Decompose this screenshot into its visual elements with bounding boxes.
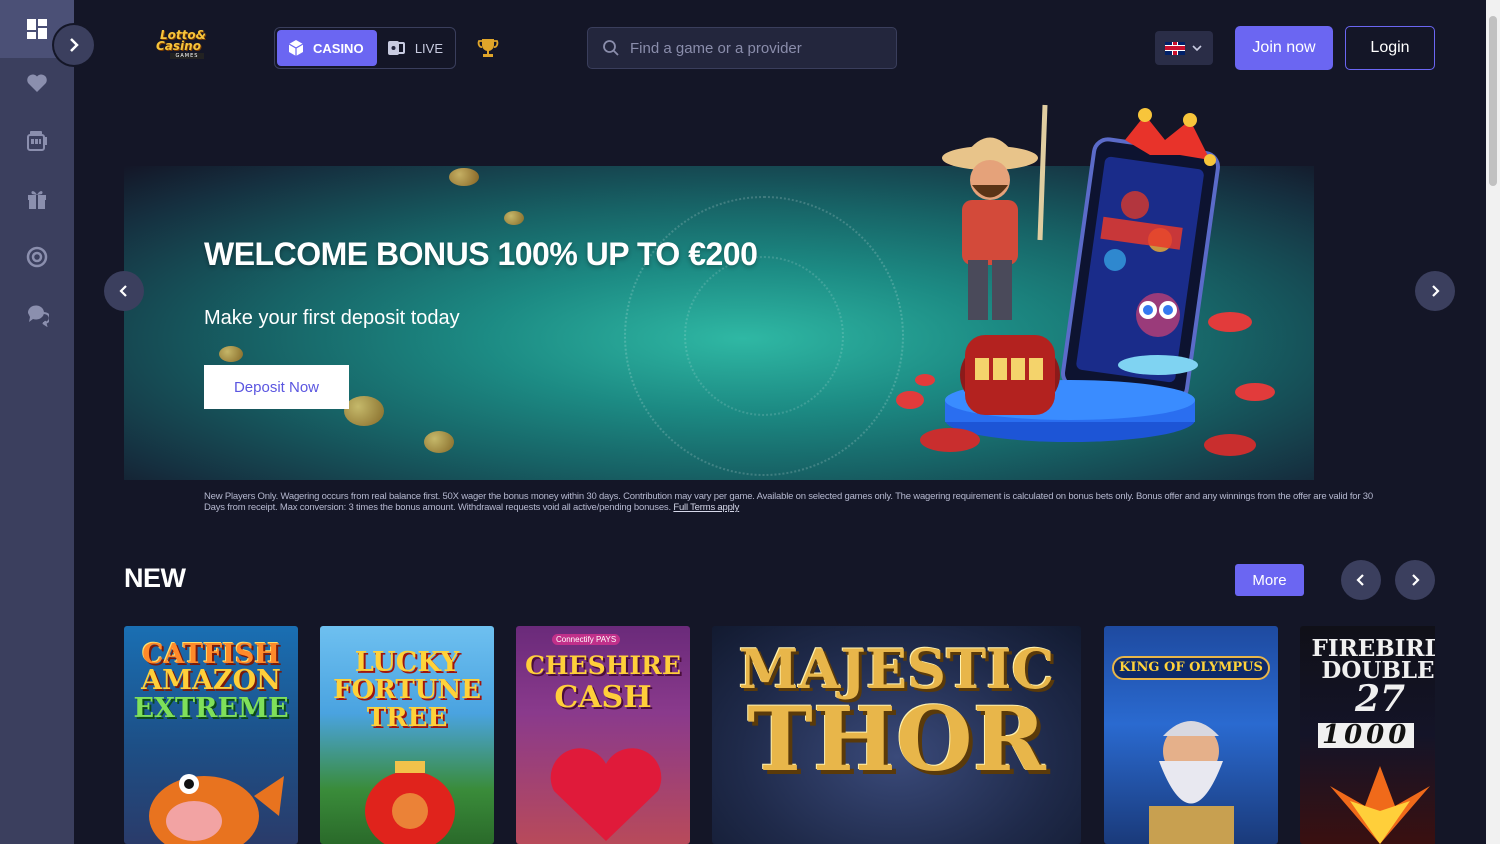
banner-ring-decoration xyxy=(684,256,844,416)
mode-switch: CASINO LIVE xyxy=(274,27,456,69)
trophy-icon[interactable] xyxy=(476,36,500,60)
chevron-right-icon xyxy=(70,38,79,52)
game-title-line: THOR xyxy=(747,687,1046,791)
game-title-line: EXTREME xyxy=(133,693,289,724)
bonus-terms: New Players Only. Wagering occurs from r… xyxy=(204,491,1384,513)
sidebar-item-favorites[interactable] xyxy=(0,54,74,112)
game-title-line: AMAZON xyxy=(141,665,281,696)
more-button[interactable]: More xyxy=(1235,564,1304,596)
join-now-button[interactable]: Join now xyxy=(1235,26,1333,70)
coin-decoration xyxy=(504,211,524,225)
section-title-new: NEW xyxy=(124,563,186,593)
zeus-artwork xyxy=(1149,721,1234,844)
chevron-right-icon xyxy=(1432,285,1440,297)
search-input[interactable] xyxy=(630,39,880,57)
slot-machine-icon xyxy=(27,131,47,151)
search-icon xyxy=(603,40,619,56)
game-title-line: CHESHIRE xyxy=(525,651,681,680)
login-button[interactable]: Login xyxy=(1345,26,1435,70)
lantern-artwork xyxy=(365,761,455,844)
coin-decoration xyxy=(424,431,454,453)
provider-badge: Connectify PAYS xyxy=(552,634,621,645)
logo-line2: Casino xyxy=(156,39,201,53)
game-title-line: FORTUNE xyxy=(333,675,481,705)
chat-support-icon xyxy=(27,305,49,327)
game-title-line: CATFISH xyxy=(142,639,280,670)
tab-live-label: LIVE xyxy=(414,40,443,56)
game-title-line: LUCKY xyxy=(354,647,460,678)
deposit-now-button[interactable]: Deposit Now xyxy=(204,365,349,409)
heart-icon xyxy=(27,74,47,92)
live-cards-icon xyxy=(387,41,405,55)
sidebar-expand-button[interactable] xyxy=(54,25,94,65)
sidebar xyxy=(0,0,74,844)
game-card-lucky-fortune-tree[interactable]: LUCKY FORTUNE TREE xyxy=(320,626,494,844)
coin-decoration xyxy=(344,396,384,426)
game-card-catfish-amazon-extreme[interactable]: CATFISH AMAZON EXTREME xyxy=(124,626,298,844)
games-carousel: CATFISH AMAZON EXTREME LUCKY FORTUNE TRE… xyxy=(124,626,1435,844)
tab-live[interactable]: LIVE xyxy=(377,30,453,66)
coin-decoration xyxy=(219,346,243,362)
heart-artwork xyxy=(550,748,662,841)
firebird-artwork xyxy=(1330,766,1430,844)
tab-casino[interactable]: CASINO xyxy=(277,30,377,66)
catfish-artwork xyxy=(149,774,284,844)
banner-artwork xyxy=(896,104,1275,456)
sidebar-item-promotions[interactable] xyxy=(0,170,74,228)
game-title-line: TREE xyxy=(366,703,448,733)
games-prev-button[interactable] xyxy=(1341,560,1381,600)
game-title-line: 27 xyxy=(1354,678,1406,720)
sidebar-item-slots[interactable] xyxy=(0,112,74,170)
sidebar-item-support[interactable] xyxy=(0,286,74,344)
uk-flag-icon xyxy=(1165,41,1185,55)
game-card-majestic-thor[interactable]: MAJESTIC THOR xyxy=(712,626,1081,844)
game-title-line: 1000 xyxy=(1318,722,1415,748)
game-title-line: KING OF OLYMPUS xyxy=(1112,656,1270,681)
logo-line3: GAMES xyxy=(170,53,204,59)
site-logo[interactable]: Lotto& Casino GAMES xyxy=(156,29,212,66)
chevron-down-icon xyxy=(1192,45,1202,52)
game-card-king-of-olympus[interactable]: KING OF OLYMPUS xyxy=(1104,626,1278,844)
lifebuoy-icon xyxy=(26,246,48,268)
coin-decoration xyxy=(449,168,479,186)
sidebar-item-help[interactable] xyxy=(0,228,74,286)
chevron-left-icon xyxy=(119,285,127,297)
search-bar xyxy=(587,27,897,69)
chevron-right-icon xyxy=(1412,574,1420,586)
dice-icon xyxy=(288,40,304,56)
game-card-cheshire-cash[interactable]: Connectify PAYS CHESHIRE CASH xyxy=(516,626,690,844)
banner-prev-button[interactable] xyxy=(104,271,144,311)
banner-next-button[interactable] xyxy=(1415,271,1455,311)
games-next-button[interactable] xyxy=(1395,560,1435,600)
full-terms-link[interactable]: Full Terms apply xyxy=(673,502,739,513)
language-selector[interactable] xyxy=(1155,31,1213,65)
dashboard-icon xyxy=(27,19,47,39)
bonus-terms-text: New Players Only. Wagering occurs from r… xyxy=(204,491,1373,513)
banner-title: WELCOME BONUS 100% UP TO €200 xyxy=(204,236,758,272)
scrollbar[interactable] xyxy=(1486,0,1500,844)
game-title-line: CASH xyxy=(554,680,652,715)
tab-casino-label: CASINO xyxy=(313,40,364,56)
banner-subtitle: Make your first deposit today xyxy=(204,307,460,329)
game-card-firebird-double-27[interactable]: FIREBIRD DOUBLE 27 1000 xyxy=(1300,626,1435,844)
gift-icon xyxy=(28,191,46,209)
chevron-left-icon xyxy=(1356,574,1364,586)
scrollbar-thumb[interactable] xyxy=(1489,16,1497,186)
